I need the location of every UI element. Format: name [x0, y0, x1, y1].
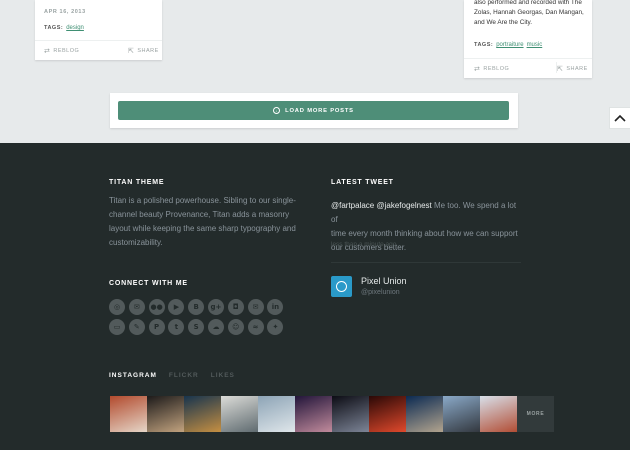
tweet-mentions[interactable]: @fartpalace @jakefogelnest — [331, 201, 432, 210]
pixel-union-logo-icon — [336, 281, 347, 292]
rss-icon[interactable]: ≈ — [247, 319, 264, 335]
soundcloud-icon[interactable]: ☁ — [208, 319, 224, 335]
photo-thumbnail[interactable] — [184, 396, 221, 432]
about-line: customizability. — [109, 238, 163, 247]
reblog-label: REBLOG — [483, 66, 510, 72]
vimeo-icon[interactable]: ▶ — [168, 299, 185, 315]
gallery-tabs: INSTAGRAM FLICKR LIKES — [109, 372, 235, 379]
about-title: TITAN THEME — [109, 179, 165, 186]
pinterest-icon[interactable]: P — [148, 319, 165, 335]
share-button[interactable]: ⇱ SHARE — [128, 47, 159, 55]
load-more-label: LOAD MORE POSTS — [285, 107, 354, 114]
post-tags: TAGS: portraiture music — [474, 42, 542, 48]
post-card: also performed and recorded with The Zol… — [464, 0, 592, 78]
connect-title: CONNECT WITH ME — [109, 280, 188, 287]
post-date: APR 16, 2013 — [44, 9, 86, 15]
tweet-line: @fartpalace @jakefogelnest Me too. We sp… — [331, 199, 521, 227]
share-icon: ⇱ — [128, 48, 135, 55]
profile-name[interactable]: Pixel Union — [361, 276, 407, 286]
reddit-icon[interactable]: ☺ — [227, 319, 244, 335]
email-alt-icon[interactable]: ✉ — [247, 299, 264, 315]
pen-icon[interactable]: ✎ — [128, 319, 145, 335]
reblog-label: REBLOG — [53, 48, 80, 54]
load-more-button[interactable]: ↓ LOAD MORE POSTS — [118, 101, 509, 120]
linkedin-icon[interactable]: in — [267, 299, 284, 315]
chevron-up-icon — [614, 114, 626, 122]
about-line: layout while keeping the same sharp typo… — [109, 224, 296, 233]
arrow-down-circle-icon: ↓ — [273, 107, 281, 114]
tumblr-icon[interactable]: t — [168, 319, 185, 335]
tweet-divider — [331, 262, 521, 263]
tag-link[interactable]: design — [66, 25, 84, 31]
photo-thumbnail[interactable] — [147, 396, 184, 432]
post-text-line: Zolas, Hannah Georgas, Dan Mangan, — [474, 9, 584, 16]
photo-thumbnail[interactable] — [480, 396, 517, 432]
post-text: also performed and recorded with The Zol… — [474, 0, 586, 28]
more-photos-button[interactable]: MORE — [517, 396, 554, 432]
tab-likes[interactable]: LIKES — [211, 372, 235, 379]
inbox-icon[interactable]: ▭ — [109, 319, 125, 335]
card-divider — [464, 58, 592, 59]
photo-thumbnail[interactable] — [258, 396, 295, 432]
photo-thumbnail[interactable] — [369, 396, 406, 432]
avatar[interactable] — [331, 276, 352, 297]
instagram-icon[interactable]: ◘ — [227, 299, 244, 315]
tweet-line: time every month thinking about how we c… — [331, 229, 518, 238]
post-text-line: and We Are the City. — [474, 19, 533, 26]
post-tags: TAGS: design — [44, 25, 84, 31]
tag-link[interactable]: portraiture — [496, 42, 523, 48]
profile-handle[interactable]: @pixelunion — [361, 289, 400, 296]
photo-thumbnail[interactable] — [332, 396, 369, 432]
blogger-icon[interactable]: B — [188, 299, 205, 315]
skype-icon[interactable]: S — [188, 319, 205, 335]
share-label: SHARE — [137, 48, 159, 54]
photo-grid: MORE — [110, 396, 554, 432]
about-text: Titan is a polished powerhouse. Sibling … — [109, 194, 296, 250]
twitter-icon[interactable]: ✦ — [267, 319, 284, 335]
tweet-title: LATEST TWEET — [331, 179, 394, 186]
photo-thumbnail[interactable] — [295, 396, 332, 432]
reblog-button[interactable]: ⇄ REBLOG — [44, 47, 79, 55]
about-line: Titan is a polished powerhouse. Sibling … — [109, 196, 296, 205]
scroll-to-top-button[interactable] — [609, 107, 630, 129]
posts-area: APR 16, 2013 TAGS: design ⇄ REBLOG ⇱ SHARE … — [0, 0, 630, 143]
card-divider — [35, 40, 162, 41]
photo-thumbnail[interactable] — [406, 396, 443, 432]
tag-link[interactable]: music — [527, 42, 543, 48]
load-more-container: ↓ LOAD MORE POSTS — [110, 93, 518, 128]
post-card: APR 16, 2013 TAGS: design ⇄ REBLOG ⇱ SHARE — [35, 0, 162, 60]
tags-label: TAGS: — [44, 25, 64, 31]
tags-label: TAGS: — [474, 42, 494, 48]
share-icon: ⇱ — [557, 66, 564, 73]
tab-flickr[interactable]: FLICKR — [169, 372, 199, 379]
dribbble-icon[interactable]: ◎ — [109, 299, 125, 315]
tweet-timestamp[interactable]: less than a minute ago — [331, 241, 396, 248]
reblog-icon: ⇄ — [474, 66, 481, 73]
photo-thumbnail[interactable] — [443, 396, 480, 432]
about-line: channel beauty Provenance, Titan adds a … — [109, 210, 290, 219]
post-text-line: also performed and recorded with The — [474, 0, 582, 6]
google-plus-icon[interactable]: g+ — [208, 299, 224, 315]
photo-thumbnail[interactable] — [221, 396, 258, 432]
tab-instagram[interactable]: INSTAGRAM — [109, 372, 157, 379]
share-label: SHARE — [566, 66, 588, 72]
share-button[interactable]: ⇱ SHARE — [557, 65, 588, 73]
reblog-icon: ⇄ — [44, 48, 51, 55]
reblog-button[interactable]: ⇄ REBLOG — [474, 65, 509, 73]
mail-icon[interactable]: ✉ — [128, 299, 145, 315]
flickr-icon[interactable]: ●● — [148, 299, 165, 315]
footer: TITAN THEME Titan is a polished powerhou… — [0, 143, 630, 450]
photo-thumbnail[interactable] — [110, 396, 147, 432]
